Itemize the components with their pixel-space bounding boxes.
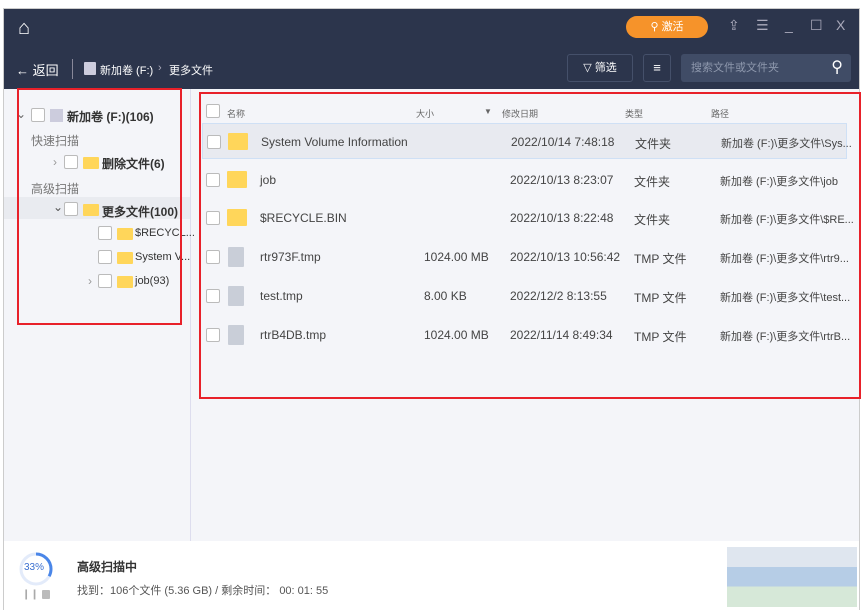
breadcrumb-drive[interactable]: 新加卷 (F:) — [100, 62, 153, 78]
divider — [72, 59, 73, 79]
scan-status-title: 高级扫描中 — [77, 560, 138, 574]
menu-icon[interactable]: ☰ — [756, 17, 769, 34]
search-icon[interactable]: ⚲ — [831, 54, 843, 82]
progress-percent: 33% — [24, 562, 45, 573]
back-button[interactable]: ← 返回 — [16, 60, 59, 79]
scan-status-detail: 找到：106个文件 (5.36 GB) / 剩余时间： 00: 01: 55 — [77, 585, 329, 597]
blurred-image — [727, 547, 857, 607]
back-label: 返回 — [32, 63, 59, 78]
status-bar: 33% ❙❙ 高级扫描中 找到：106个文件 (5.36 GB) / 剩余时间：… — [4, 541, 859, 611]
filter-button[interactable]: ▽ 筛选 — [567, 54, 633, 82]
activate-label: 激活 — [661, 21, 684, 33]
share-icon[interactable]: ⇪ — [728, 17, 740, 34]
stop-icon[interactable] — [42, 590, 50, 599]
close-icon[interactable]: X — [836, 17, 845, 33]
filter-label: 筛选 — [594, 62, 617, 74]
view-list-icon[interactable]: ≡ — [643, 54, 671, 82]
search-input[interactable]: 搜索文件或文件夹 ⚲ — [681, 54, 851, 82]
maximize-icon[interactable]: ☐ — [810, 17, 823, 34]
chevron-right-icon: › — [158, 62, 162, 74]
minimize-icon[interactable]: _ — [785, 17, 793, 33]
home-icon[interactable]: ⌂ — [18, 17, 30, 40]
search-placeholder: 搜索文件或文件夹 — [691, 62, 779, 74]
annotation-box-left — [17, 88, 182, 325]
title-bar: ⌂ ⚲ 激活 ⇪ ☰ _ ☐ X ← 返回 新加卷 (F:) › 更多文件 ▽ … — [4, 9, 859, 89]
activate-button[interactable]: ⚲ 激活 — [626, 16, 708, 38]
pause-icon[interactable]: ❙❙ — [22, 589, 39, 600]
breadcrumb-folder[interactable]: 更多文件 — [169, 62, 213, 78]
annotation-box-right — [199, 92, 861, 399]
drive-icon — [84, 62, 96, 75]
